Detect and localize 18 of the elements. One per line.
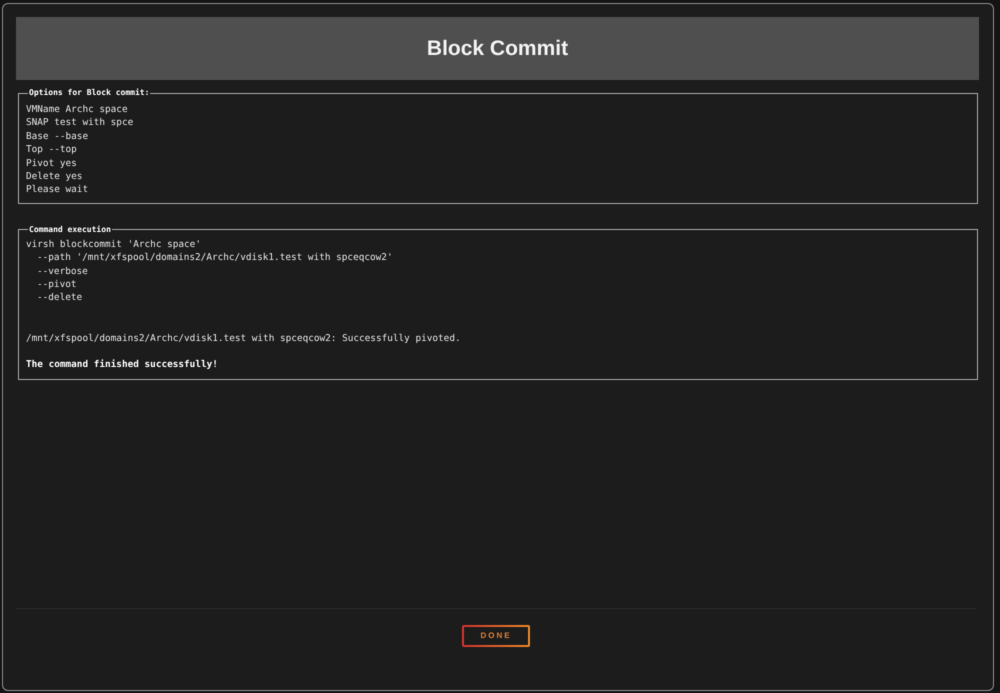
option-line: Base --base [26,130,88,144]
command-argument: --delete [37,291,82,305]
command-argument: --verbose [37,264,88,278]
command-argument: --pivot [37,278,77,292]
output-line: /mnt/xfspool/domains2/Archc/vdisk1.test with spceqcow2: Successfully pivoted. [26,332,461,346]
option-line: VMName Archc space [26,103,128,116]
option-line: Delete yes [26,170,82,184]
command-argument: --path '/mnt/xfspool/domains2/Archc/vdisk1.test with spceqcow2' [37,251,393,265]
dialog-title: Block Commit [426,36,568,62]
option-line: Please wait [26,183,88,197]
option-line: Pivot yes [26,156,77,170]
option-line: SNAP test with spce [26,116,134,130]
section-legend: Command execution [28,224,112,235]
result-message: The command finished successfully! [26,358,218,372]
command-line: virsh blockcommit 'Archc space' [26,238,201,252]
section-legend: Options for Block commit: [28,88,150,98]
done-button[interactable]: DONE [462,625,530,647]
option-line: Top --top [26,143,77,157]
